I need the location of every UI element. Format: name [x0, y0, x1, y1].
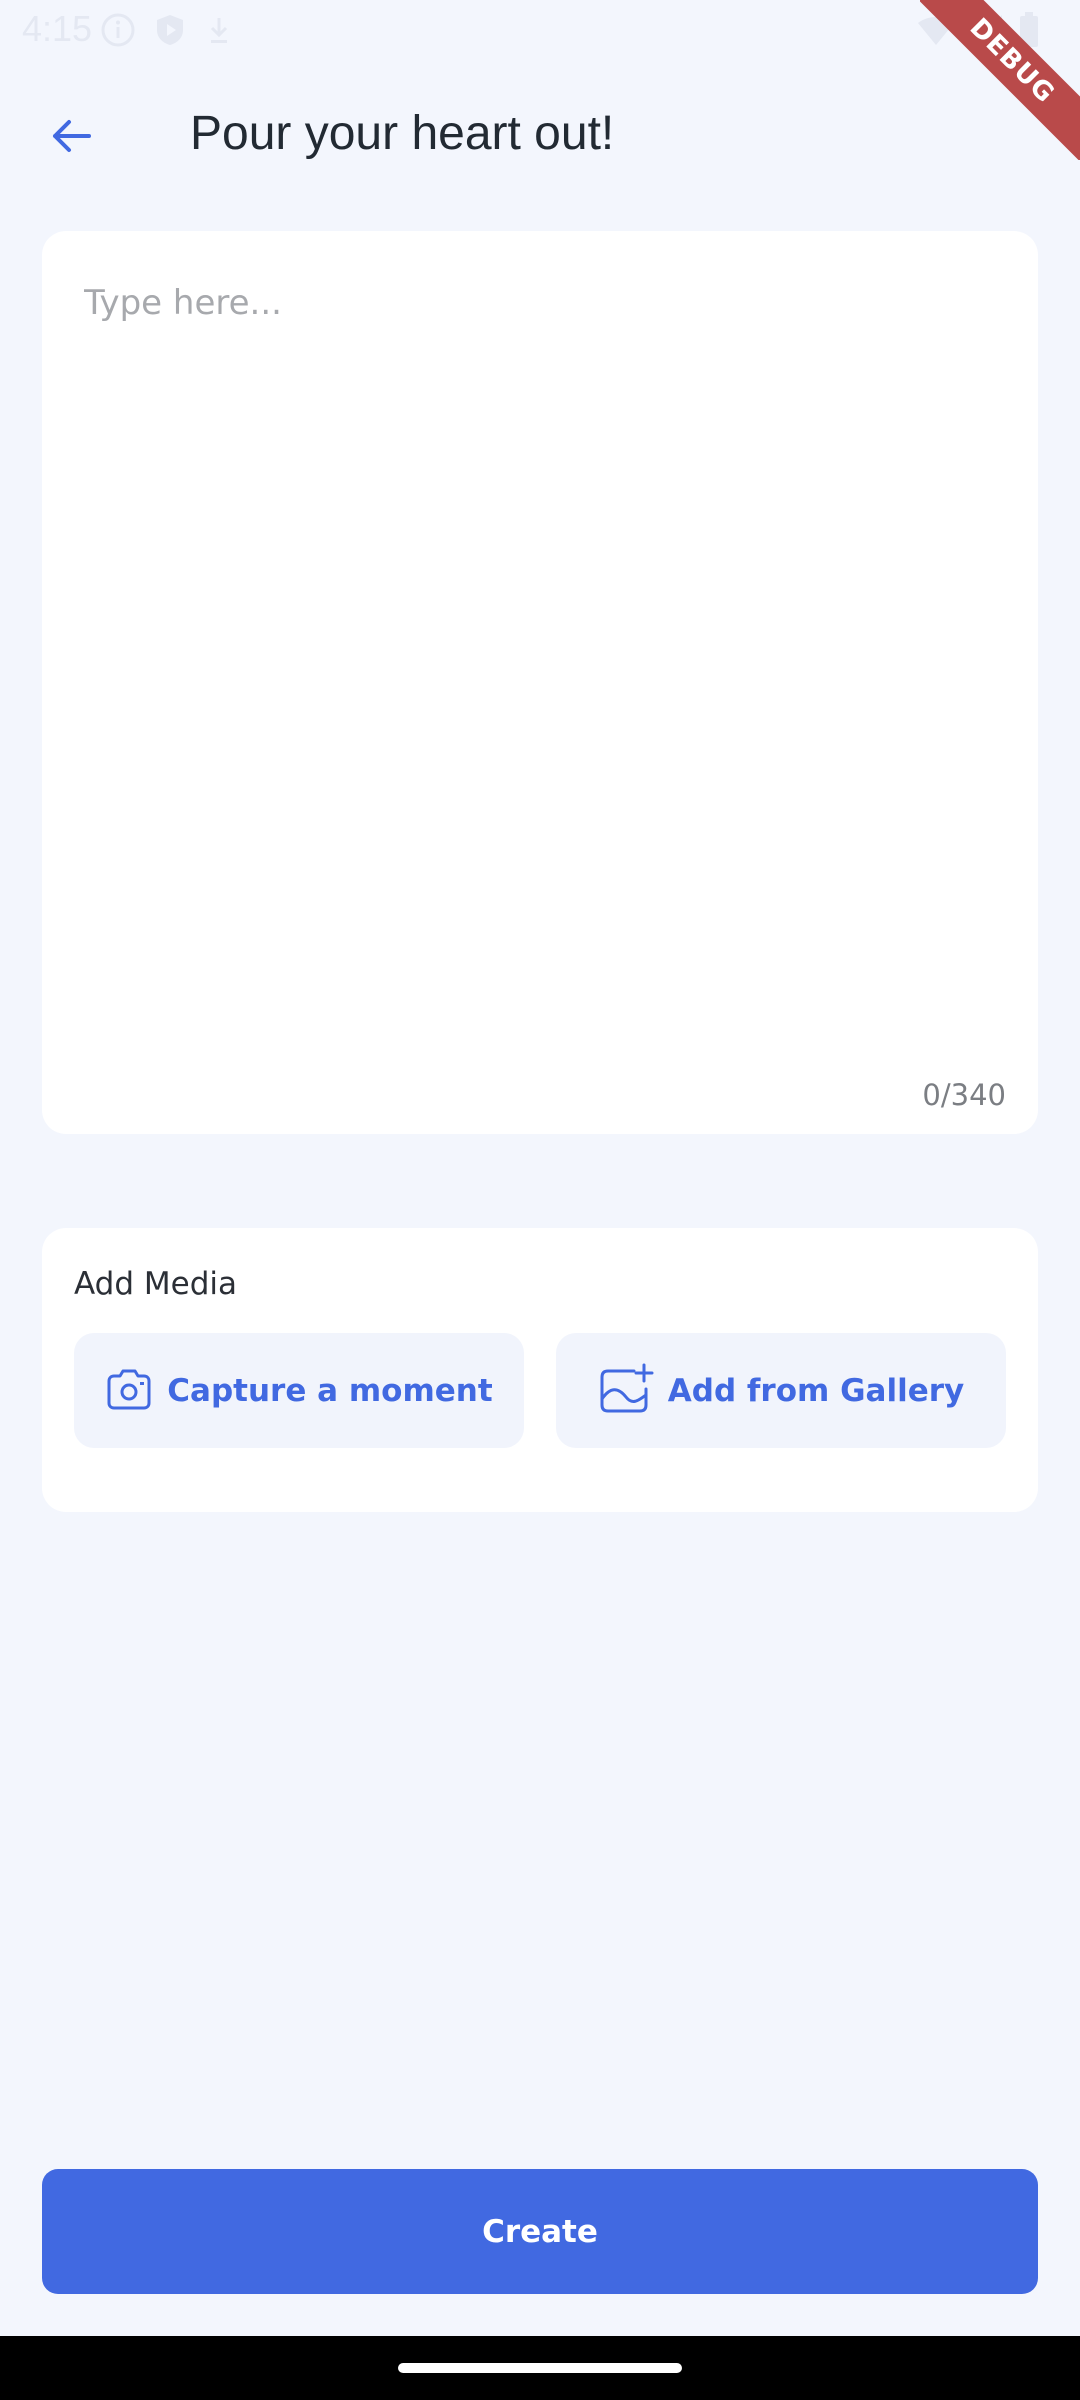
- status-icons-right: [916, 12, 1040, 52]
- back-button[interactable]: [36, 103, 106, 173]
- add-media-card: Add Media Capture a moment Add from Gall…: [42, 1228, 1038, 1512]
- status-time: 4:15: [22, 8, 93, 49]
- play-shield-icon: [152, 12, 188, 52]
- character-counter: 0/340: [922, 1078, 1006, 1112]
- camera-icon: [105, 1367, 153, 1415]
- battery-icon: [1018, 12, 1040, 52]
- text-entry-card: 0/340: [42, 231, 1038, 1134]
- add-media-label: Add Media: [74, 1266, 237, 1302]
- create-button-label: Create: [482, 2213, 598, 2250]
- home-indicator[interactable]: [398, 2363, 682, 2373]
- page-title: Pour your heart out!: [190, 107, 615, 160]
- capture-moment-button[interactable]: Capture a moment: [74, 1333, 524, 1448]
- system-nav-bar: [0, 2336, 1080, 2400]
- add-from-gallery-button[interactable]: Add from Gallery: [556, 1333, 1006, 1448]
- image-add-icon: [598, 1363, 654, 1419]
- status-bar: 4:15 DEBUG: [0, 0, 1080, 160]
- add-from-gallery-label: Add from Gallery: [667, 1372, 965, 1409]
- journal-text-input[interactable]: [84, 283, 994, 1043]
- status-icons-left: [100, 12, 234, 52]
- signal-icon: [970, 13, 1004, 51]
- app-bar: Pour your heart out!: [0, 62, 1080, 212]
- wifi-icon: [916, 13, 956, 51]
- info-icon: [100, 12, 136, 52]
- arrow-left-icon: [47, 112, 95, 164]
- capture-moment-label: Capture a moment: [167, 1372, 493, 1409]
- download-icon: [204, 12, 234, 52]
- create-button[interactable]: Create: [42, 2169, 1038, 2294]
